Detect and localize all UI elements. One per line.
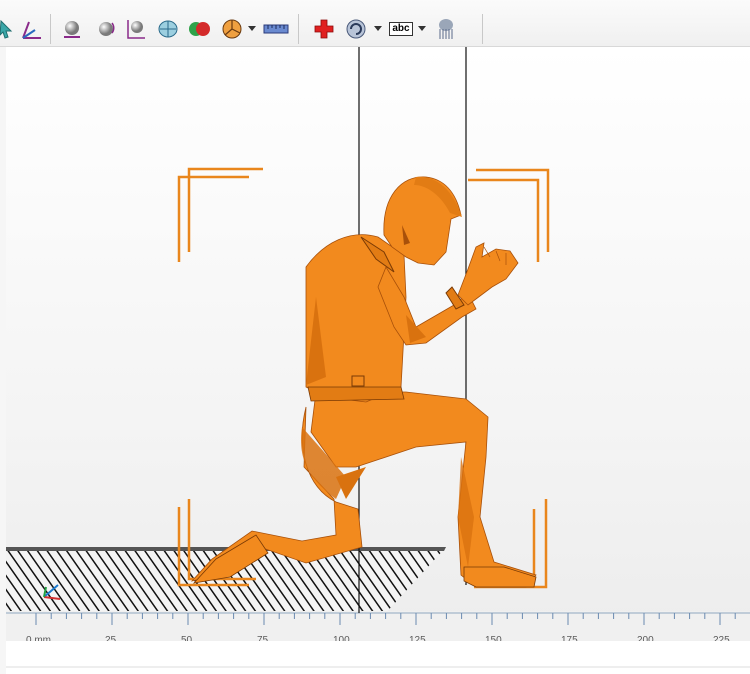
ruler-measure-icon[interactable]: [262, 14, 290, 44]
axis-icon[interactable]: [18, 14, 46, 44]
color-spheres-icon[interactable]: [186, 14, 214, 44]
chevron-down-icon[interactable]: [374, 26, 382, 32]
support-structures-icon[interactable]: [432, 14, 460, 44]
rotate-object-icon[interactable]: [92, 14, 120, 44]
pie-section-icon[interactable]: [218, 14, 246, 44]
chevron-down-icon[interactable]: [418, 26, 426, 32]
rotate-view-icon[interactable]: [342, 14, 370, 44]
chevron-down-icon[interactable]: [248, 26, 256, 32]
text-label-text: abc: [389, 22, 413, 36]
view-sphere-icon[interactable]: [58, 14, 86, 44]
toolbar: abc: [0, 0, 750, 47]
scale-object-icon[interactable]: [122, 14, 150, 44]
model-kneeling-man[interactable]: [190, 176, 537, 588]
text-label-icon[interactable]: abc: [386, 14, 416, 44]
add-red-cross-icon[interactable]: [310, 14, 338, 44]
scene-canvas[interactable]: 0 mm 25 50 75 100 125 150 175 200 225: [6, 47, 750, 674]
select-arrow-icon[interactable]: [0, 14, 20, 44]
3d-viewport[interactable]: 0 mm 25 50 75 100 125 150 175 200 225: [6, 47, 750, 674]
view-wireframe-icon[interactable]: [154, 14, 182, 44]
